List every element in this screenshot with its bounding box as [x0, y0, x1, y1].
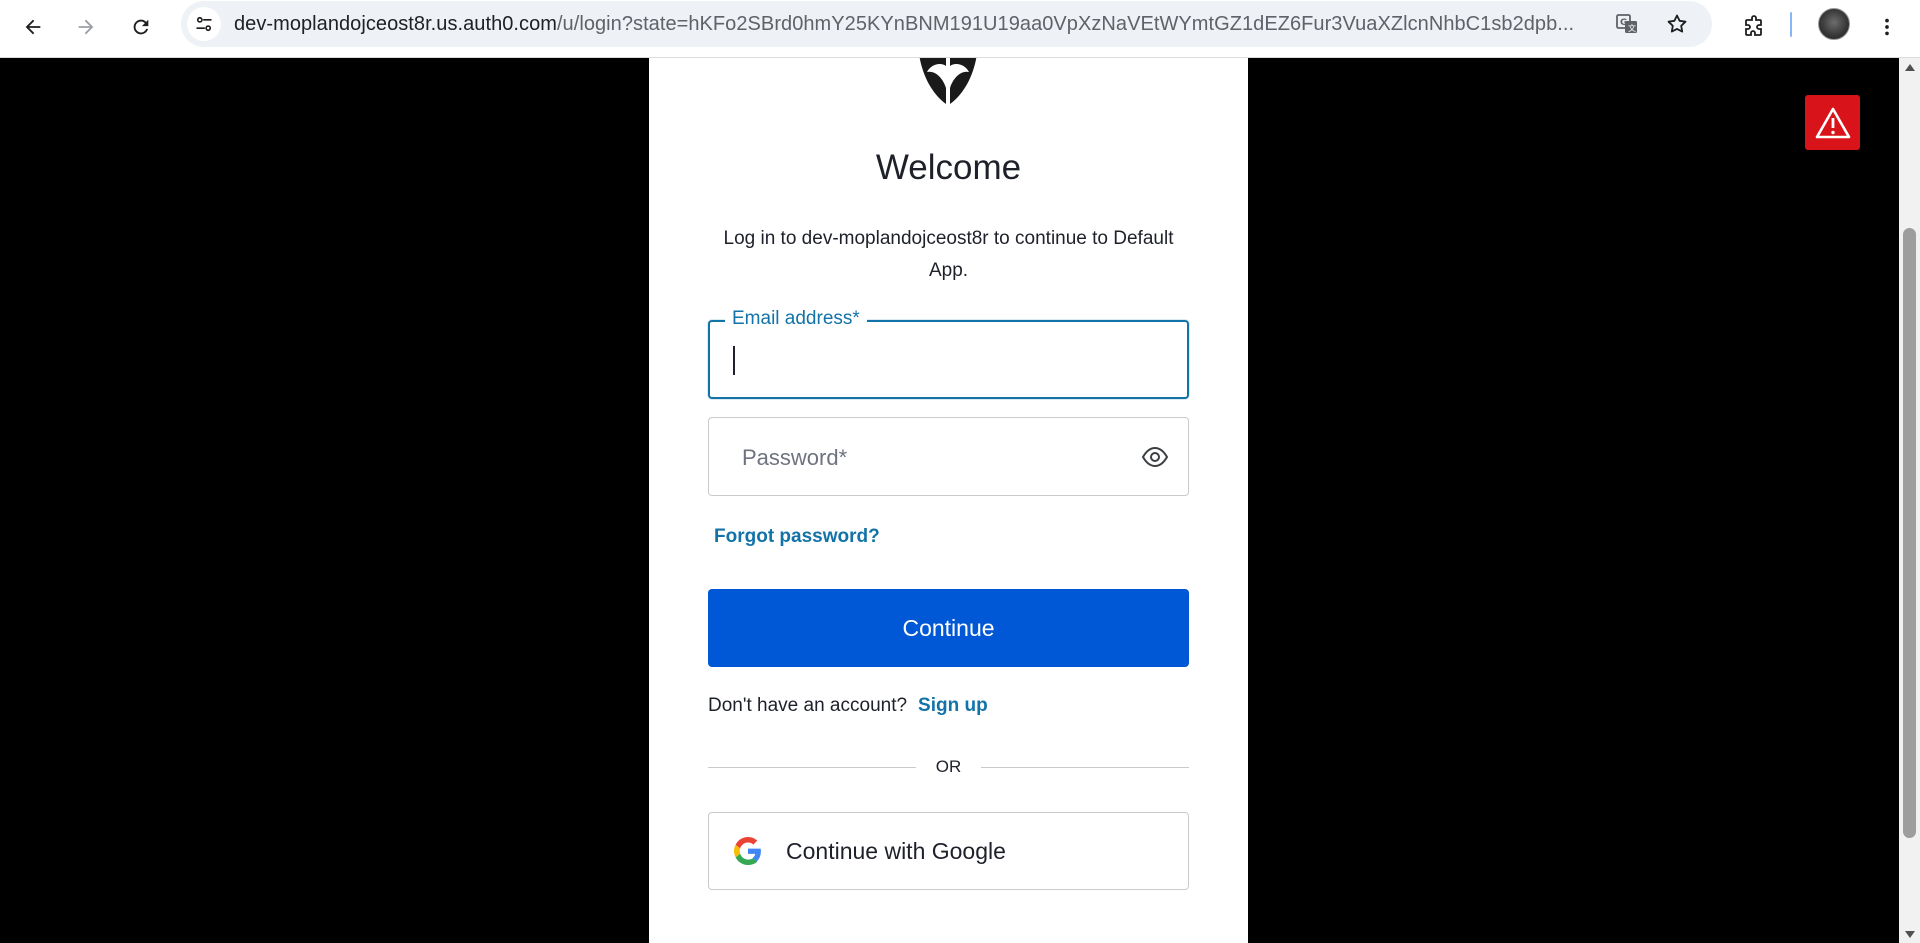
- scroll-up-arrow-icon[interactable]: [1903, 62, 1916, 72]
- warning-icon: [1815, 107, 1850, 138]
- page-scrollbar[interactable]: [1899, 58, 1920, 943]
- login-subtitle: Log in to dev-moplandojceost8r to contin…: [723, 228, 1174, 281]
- url-text[interactable]: dev-moplandojceost8r.us.auth0.com/u/logi…: [234, 13, 1594, 36]
- svg-text:文: 文: [1628, 23, 1636, 33]
- extensions-icon: [1745, 15, 1762, 36]
- browser-toolbar: dev-moplandojceost8r.us.auth0.com/u/logi…: [0, 0, 1920, 58]
- divider-text: OR: [935, 757, 962, 776]
- site-info-icon: [196, 16, 212, 32]
- eye-icon: [1141, 447, 1169, 467]
- toolbar-divider: [1790, 12, 1792, 37]
- text-caret: [733, 346, 735, 375]
- divider-line-left: [708, 766, 916, 768]
- reload-button[interactable]: [121, 7, 161, 47]
- scroll-down-arrow-icon[interactable]: [1903, 929, 1916, 939]
- show-password-button[interactable]: [1140, 444, 1170, 470]
- back-icon: [25, 19, 41, 35]
- signup-link[interactable]: Sign up: [918, 695, 988, 717]
- page-title: Welcome: [875, 148, 1022, 187]
- page-viewport: Welcome Log in to dev-moplandojceost8r t…: [0, 58, 1899, 943]
- menu-kebab-icon: [1885, 18, 1889, 36]
- forward-button[interactable]: [66, 7, 106, 47]
- scroll-thumb[interactable]: [1903, 228, 1916, 838]
- address-bar[interactable]: dev-moplandojceost8r.us.auth0.com/u/logi…: [181, 1, 1712, 47]
- forward-icon: [78, 19, 94, 35]
- login-card: Welcome Log in to dev-moplandojceost8r t…: [649, 58, 1248, 943]
- continue-button[interactable]: Continue: [708, 589, 1189, 667]
- translate-icon: G 文: [1616, 14, 1637, 33]
- alert-badge[interactable]: [1805, 95, 1860, 150]
- email-field[interactable]: Email address*: [708, 308, 1189, 399]
- divider-line-right: [981, 766, 1189, 768]
- no-account-text: Don't have an account?: [708, 695, 908, 716]
- extensions-button[interactable]: [1734, 7, 1774, 47]
- google-icon: [733, 836, 763, 866]
- google-login-button[interactable]: Continue with Google: [708, 812, 1189, 890]
- browser-menu-button[interactable]: [1867, 7, 1907, 47]
- forgot-password-link[interactable]: Forgot password?: [714, 526, 880, 548]
- password-placeholder: Password*: [742, 445, 848, 470]
- or-divider: OR: [708, 755, 1189, 779]
- url-host: dev-moplandojceost8r.us.auth0.com: [234, 12, 557, 35]
- password-field[interactable]: Password*: [708, 417, 1189, 496]
- google-button-label: Continue with Google: [786, 837, 1006, 864]
- reload-icon: [133, 19, 149, 35]
- url-path: /u/login?state=hKFo2SBrd0hmY25KYnBNM191U…: [556, 12, 1575, 35]
- profile-avatar[interactable]: [1818, 8, 1850, 40]
- back-button[interactable]: [13, 7, 53, 47]
- brand-logo-icon: [919, 58, 977, 104]
- signup-row: Don't have an account? Sign up: [708, 695, 988, 717]
- translate-button[interactable]: G 文: [1611, 8, 1643, 40]
- email-label: Email address*: [725, 308, 867, 330]
- bookmark-button[interactable]: [1661, 8, 1693, 40]
- site-info-button[interactable]: [187, 7, 221, 41]
- bookmark-star-icon: [1667, 14, 1687, 33]
